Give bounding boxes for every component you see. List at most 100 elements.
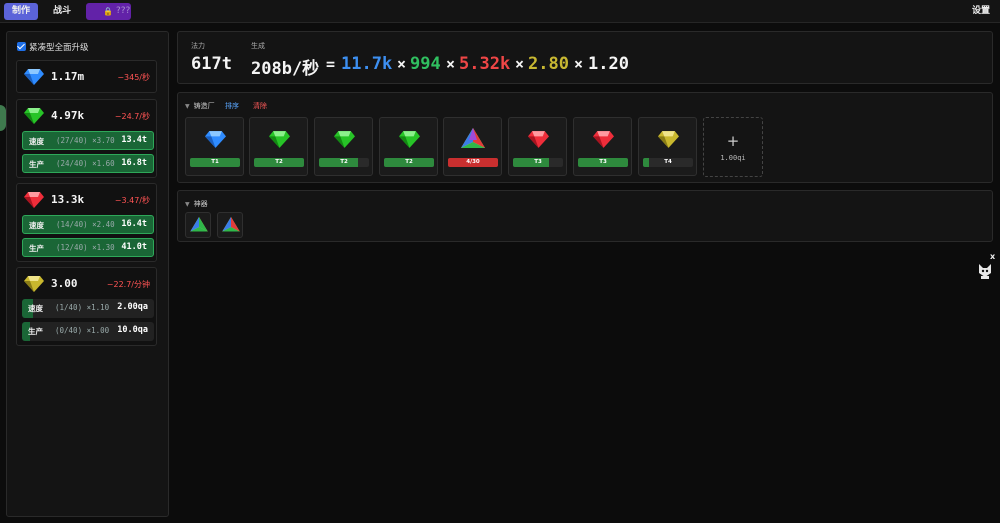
widget-close-button[interactable]: x <box>990 252 995 261</box>
yellow-gem-icon <box>658 131 679 148</box>
upgrade-label: 速度 <box>29 221 44 230</box>
speed-upgrade-button[interactable]: 速度 (1/40) ×1.10 2.00qa <box>22 299 154 318</box>
forge-slot[interactable]: T2 <box>379 117 438 176</box>
clear-button[interactable]: 清除 <box>253 101 267 111</box>
forge-progress-bar: T2 <box>319 158 369 167</box>
tab-fight[interactable]: 战斗 <box>45 3 79 20</box>
yellow-gem-icon <box>24 276 44 292</box>
mana-panel: 法力 生成 617t 208b/秒 = 11.7k × 994 × 5.32k … <box>177 31 993 84</box>
upgrade-level: (27/40) ×3.70 <box>56 136 115 145</box>
compact-upgrade-toggle[interactable]: 紧凑型全面升级 <box>17 41 89 53</box>
green-gem-icon <box>24 108 44 124</box>
gem-rate: −3.47/秒 <box>114 196 150 205</box>
times-sign: × <box>397 55 407 73</box>
lock-icon: 🔒 <box>103 7 113 16</box>
forge-slot[interactable]: 4/30 <box>443 117 502 176</box>
compact-upgrade-label: 紧凑型全面升级 <box>29 43 89 53</box>
gem-card-blue: 1.17m −345/秒 <box>16 60 157 93</box>
green-gem-icon <box>399 131 420 148</box>
forge-title[interactable]: ▼ 铸造厂 <box>185 101 215 111</box>
blue-gem-icon <box>24 69 44 85</box>
forge-tier-label: 4/30 <box>466 159 480 165</box>
mana-value: 617t <box>191 54 232 74</box>
upgrade-cost: 13.4t <box>121 135 147 145</box>
generation-value: 208b/秒 <box>251 59 320 79</box>
forge-tier-label: T3 <box>599 159 607 165</box>
artifacts-section: ▼ 神器 <box>177 190 993 242</box>
forge-slot[interactable]: T2 <box>249 117 308 176</box>
upgrade-label: 速度 <box>29 137 44 146</box>
sort-button[interactable]: 排序 <box>225 101 239 111</box>
forge-progress-bar: 4/30 <box>448 158 498 167</box>
forge-tier-label: T2 <box>340 159 348 165</box>
times-sign: × <box>446 55 456 73</box>
upgrade-label: 速度 <box>28 304 43 313</box>
forge-progress-bar: T3 <box>513 158 563 167</box>
green-gem-icon <box>334 131 355 148</box>
tab-locked-label: ??? <box>116 6 131 16</box>
gem-count: 13.3k <box>51 193 85 206</box>
speed-upgrade-button[interactable]: 速度 (14/40) ×2.40 16.4t <box>22 215 154 234</box>
upgrade-cost: 2.00qa <box>117 302 148 312</box>
equals-sign: = <box>326 55 336 73</box>
forge-slot[interactable]: T2 <box>314 117 373 176</box>
upgrade-cost: 10.0qa <box>117 325 148 335</box>
forge-slot[interactable]: T4 <box>638 117 697 176</box>
forge-progress-bar: T1 <box>190 158 240 167</box>
forge-slot[interactable]: T3 <box>573 117 632 176</box>
gem-count: 1.17m <box>51 70 85 83</box>
production-upgrade-button[interactable]: 生产 (24/40) ×1.60 16.8t <box>22 154 154 173</box>
times-sign: × <box>574 55 584 73</box>
red-gem-icon <box>593 131 614 148</box>
gem-rate: −345/秒 <box>117 73 150 82</box>
cat-mascot-icon[interactable] <box>978 263 992 279</box>
factor-value: 994 <box>410 54 441 74</box>
forge-tier-label: T4 <box>664 159 672 165</box>
forge-progress-bar: T2 <box>384 158 434 167</box>
upgrade-cost: 41.0t <box>121 242 147 252</box>
gem-rate: −22.7/分钟 <box>106 280 150 289</box>
gem-rate: −24.7/秒 <box>114 112 150 121</box>
upgrade-cost: 16.4t <box>121 219 147 229</box>
add-forge-slot-button[interactable]: + 1.00qi <box>703 117 763 177</box>
gem-card-yellow: 3.00 −22.7/分钟 速度 (1/40) ×1.10 2.00qa 生产 … <box>16 267 157 346</box>
tab-locked[interactable]: 🔒 ??? <box>86 3 131 20</box>
forge-progress-bar: T4 <box>643 158 693 167</box>
factor-value: 2.80 <box>528 54 569 74</box>
rainbow-prism-icon <box>190 217 208 232</box>
forge-slot[interactable]: T3 <box>508 117 567 176</box>
plus-icon: + <box>726 132 740 150</box>
upgrade-label: 生产 <box>28 327 43 336</box>
gem-card-green: 4.97k −24.7/秒 速度 (27/40) ×3.70 13.4t 生产 … <box>16 99 157 178</box>
tab-settings[interactable]: 设置 <box>964 3 998 20</box>
green-gem-icon <box>269 131 290 148</box>
forge-section: ▼ 铸造厂 排序 清除 T1 T2 T2 T2 4/30 T3 T3 T4 + 1… <box>177 92 993 183</box>
checkbox-checked-icon[interactable] <box>17 42 26 51</box>
generation-label: 生成 <box>251 42 265 50</box>
upgrade-cost: 16.8t <box>121 158 147 168</box>
forge-tier-label: T2 <box>405 159 413 165</box>
forge-tier-label: T1 <box>211 159 219 165</box>
artifact-slot[interactable] <box>185 212 211 238</box>
production-upgrade-button[interactable]: 生产 (0/40) ×1.00 10.0qa <box>22 322 154 341</box>
red-gem-icon <box>528 131 549 148</box>
forge-progress-bar: T3 <box>578 158 628 167</box>
upgrade-label: 生产 <box>29 160 44 169</box>
collapse-triangle-icon[interactable]: ▼ <box>185 103 190 110</box>
gem-count: 4.97k <box>51 109 85 122</box>
speed-upgrade-button[interactable]: 速度 (27/40) ×3.70 13.4t <box>22 131 154 150</box>
artifact-slot[interactable] <box>217 212 243 238</box>
forge-slot[interactable]: T1 <box>185 117 244 176</box>
red-gem-icon <box>24 192 44 208</box>
mana-label: 法力 <box>191 42 205 50</box>
tab-make[interactable]: 制作 <box>4 3 39 20</box>
add-slot-cost: 1.00qi <box>720 154 746 162</box>
artifacts-title[interactable]: ▼ 神器 <box>185 199 208 209</box>
collapse-triangle-icon[interactable]: ▼ <box>185 201 190 208</box>
production-upgrade-button[interactable]: 生产 (12/40) ×1.30 41.0t <box>22 238 154 257</box>
blue-gem-icon <box>205 131 226 148</box>
factor-value: 5.32k <box>459 54 511 74</box>
rainbow-prism-icon <box>222 217 240 232</box>
upgrade-level: (14/40) ×2.40 <box>56 220 115 229</box>
gem-sidebar: 紧凑型全面升级 1.17m −345/秒 4.97k −24.7/秒 速度 (2… <box>6 31 169 517</box>
